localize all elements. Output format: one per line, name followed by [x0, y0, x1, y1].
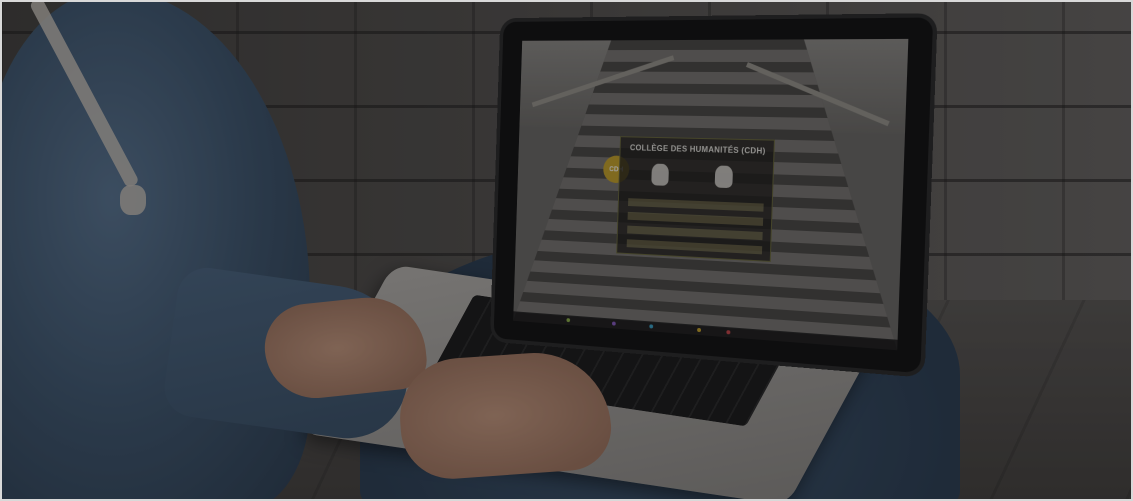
- dark-overlay: [0, 0, 1133, 501]
- hero-photo: CDH COLLÈGE DES HUMANITÉS (CDH): [0, 0, 1133, 501]
